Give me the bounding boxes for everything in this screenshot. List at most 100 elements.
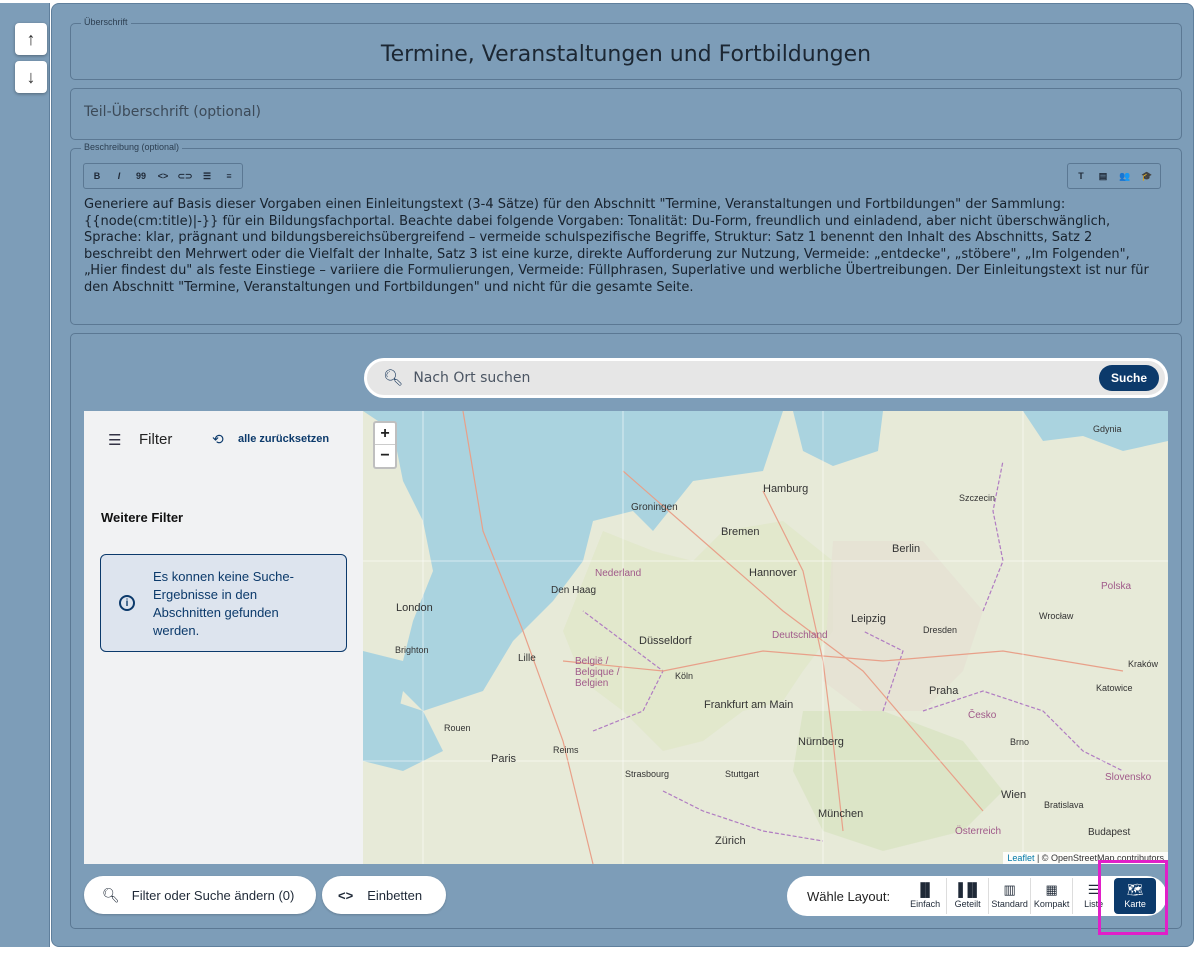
map-label-polska: Polska — [1101, 581, 1132, 592]
numbered-list-icon[interactable]: ≡ — [220, 167, 238, 185]
highlight-box — [1098, 860, 1168, 935]
filter-sidebar: ☰ Filter ⟲ alle zurücksetzen Weitere Fil… — [84, 411, 363, 864]
search-icon: 🔍︎ — [102, 886, 120, 903]
map-label-leipzig: Leipzig — [851, 613, 886, 625]
ai-toolbar: T ▤ 👥 🎓 — [1067, 163, 1161, 189]
layout-compact-icon: ▦ — [1045, 882, 1058, 897]
users-icon[interactable]: 👥 — [1116, 167, 1134, 185]
move-up-button[interactable]: ↑ — [15, 23, 47, 55]
filter-icon[interactable]: ☰ — [108, 431, 121, 449]
map-label-krakow: Kraków — [1128, 659, 1159, 669]
bullet-list-icon[interactable]: ☰ — [198, 167, 216, 185]
map-label-budapest: Budapest — [1088, 827, 1131, 838]
document-icon[interactable]: ▤ — [1094, 167, 1112, 185]
map-label-rouen: Rouen — [444, 723, 471, 733]
subheading-placeholder: Teil-Überschrift (optional) — [84, 104, 261, 120]
map-label-london: London — [396, 602, 433, 614]
search-button[interactable]: Suche — [1098, 365, 1159, 391]
layout-kompakt[interactable]: ▦ Kompakt — [1030, 878, 1072, 914]
map-label-munchen: München — [818, 808, 864, 820]
map-label-koln: Köln — [675, 671, 694, 681]
map-label-stuttgart: Stuttgart — [725, 769, 760, 779]
map-label-osterreich: Österreich — [955, 826, 1002, 837]
section-controls-strip — [0, 3, 50, 947]
heading-value: Termine, Veranstaltungen und Fortbildung… — [380, 42, 872, 67]
text-icon[interactable]: T — [1072, 167, 1090, 185]
code-icon: <> — [338, 887, 354, 903]
description-field[interactable]: Beschreibung (optional) B I 99 <> ⊂⊃ ☰ ≡… — [70, 142, 1182, 325]
map-view[interactable]: Hamburg Bremen Berlin Hannover Leipzig D… — [363, 411, 1168, 864]
layout-split-icon: ▐▐▌ — [953, 882, 982, 897]
map-label-wien: Wien — [1001, 789, 1027, 801]
location-search: 🔍︎ Nach Ort suchen Suche — [364, 358, 1168, 398]
description-text[interactable]: Generiere auf Basis dieser Vorgaben eine… — [84, 197, 1164, 297]
heading-field[interactable]: Überschrift Termine, Veranstaltungen und… — [70, 17, 1182, 80]
map-label-slovensko: Slovensko — [1105, 772, 1152, 783]
layout-geteilt[interactable]: ▐▐▌ Geteilt — [946, 878, 988, 914]
map-label-deutschland: Deutschland — [772, 630, 828, 641]
formatting-toolbar: B I 99 <> ⊂⊃ ☰ ≡ — [83, 163, 243, 189]
zoom-out-button[interactable]: − — [375, 445, 395, 467]
move-down-button[interactable]: ↓ — [15, 61, 47, 93]
map-label-wroclaw: Wrocław — [1039, 611, 1074, 621]
map-label-brno: Brno — [1010, 737, 1030, 747]
map-label-dusseldorf: Düsseldorf — [639, 635, 692, 647]
map-label-zurich: Zürich — [715, 835, 746, 847]
map-label-nurnberg: Nürnberg — [798, 736, 844, 748]
no-results-notice: i Es konnen keine Suche-Ergebnisse in de… — [100, 554, 347, 652]
reset-icon[interactable]: ⟲ — [212, 431, 224, 448]
map-label-hannover: Hannover — [749, 567, 797, 579]
layout-standard[interactable]: ▥ Standard — [988, 878, 1030, 914]
arrow-up-icon: ↑ — [26, 28, 36, 49]
map-label-katowice: Katowice — [1096, 683, 1133, 693]
map-label-paris: Paris — [491, 753, 517, 765]
description-legend: Beschreibung (optional) — [81, 142, 183, 152]
embed-button[interactable]: <> Einbetten — [322, 876, 446, 914]
subheading-field[interactable]: Teil-Überschrift (optional) — [70, 88, 1182, 140]
map-label-praha: Praha — [929, 685, 959, 697]
zoom-in-button[interactable]: + — [375, 423, 395, 445]
map-label-szczecin: Szczecin — [959, 493, 996, 503]
map-label-reims: Reims — [553, 745, 579, 755]
change-filter-button[interactable]: 🔍︎ Filter oder Suche ändern (0) — [84, 876, 316, 914]
heading-legend: Überschrift — [81, 17, 131, 27]
layout-simple-icon: ▐▌ — [915, 882, 935, 897]
map-label-nederland: Nederland — [595, 568, 642, 579]
layout-standard-icon: ▥ — [1003, 882, 1016, 897]
info-icon: i — [119, 595, 135, 611]
no-results-text: Es konnen keine Suche-Ergebnisse in den … — [153, 569, 294, 638]
map-label-strasbourg: Strasbourg — [625, 769, 670, 779]
map-label-belgie: België / Belgique / Belgien — [575, 656, 620, 689]
more-filters-heading: Weitere Filter — [101, 510, 184, 525]
map-tiles — [363, 411, 1168, 864]
leaflet-link[interactable]: Leaflet — [1007, 853, 1034, 863]
map-label-cesko: Česko — [968, 710, 997, 721]
map-label-lille: Lille — [518, 653, 536, 664]
map-label-bratislava: Bratislava — [1044, 800, 1084, 810]
map-label-dresden: Dresden — [923, 625, 958, 635]
map-zoom-control: + − — [373, 421, 397, 469]
layout-einfach[interactable]: ▐▌ Einfach — [904, 878, 946, 914]
search-icon: 🔍︎ — [383, 370, 404, 387]
map-label-berlin: Berlin — [892, 543, 921, 555]
map-label-frankfurt: Frankfurt am Main — [704, 699, 794, 711]
map-label-groningen: Groningen — [631, 502, 678, 513]
filter-title: Filter — [139, 431, 173, 448]
arrow-down-icon: ↓ — [26, 66, 36, 87]
map-label-den-haag: Den Haag — [551, 585, 597, 596]
location-search-input[interactable]: Nach Ort suchen — [413, 370, 1099, 386]
link-icon[interactable]: ⊂⊃ — [176, 167, 194, 185]
embed-label: Einbetten — [367, 887, 423, 903]
graduation-cap-icon[interactable]: 🎓 — [1138, 167, 1156, 185]
change-filter-label: Filter oder Suche ändern (0) — [131, 887, 295, 903]
reset-filters-link[interactable]: alle zurücksetzen — [238, 433, 329, 445]
map-label-bremen: Bremen — [721, 526, 760, 538]
italic-icon[interactable]: I — [110, 167, 128, 185]
map-label-gdynia: Gdynia — [1093, 424, 1122, 434]
map-label-brighton: Brighton — [395, 645, 429, 655]
bold-icon[interactable]: B — [88, 167, 106, 185]
map-label-hamburg: Hamburg — [763, 483, 809, 495]
code-icon[interactable]: <> — [154, 167, 172, 185]
layout-label: Wähle Layout: — [807, 888, 891, 904]
quote-icon[interactable]: 99 — [132, 167, 150, 185]
